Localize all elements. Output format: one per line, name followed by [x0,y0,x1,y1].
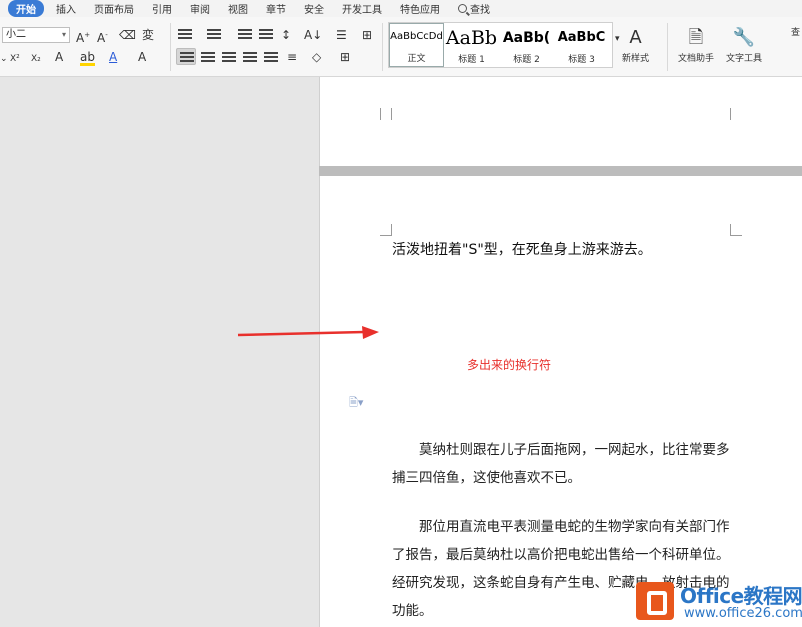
decrease-indent-icon[interactable] [238,29,252,41]
justify-icon[interactable] [243,52,257,64]
style-heading-1[interactable]: AaBb 标题 1 [444,23,499,67]
styles-gallery: AaBbCcDd 正文 AaBb 标题 1 AaBb( 标题 2 AaBbC 标… [388,22,613,68]
style-heading-2[interactable]: AaBb( 标题 2 [499,23,554,67]
wrench-icon: 🔧 [732,27,756,48]
text-tools-label: 文字工具 [726,54,763,64]
annotation-label: 多出来的换行符 [467,358,552,372]
table-icon[interactable]: ⊞ [362,27,372,43]
superscript-x-icon[interactable]: X² [10,51,20,67]
page-corner-mark [730,108,742,120]
align-right-icon[interactable] [222,52,236,64]
style-name: 标题 2 [513,55,540,65]
document-text-line[interactable]: 活泼地扭着"S"型，在死鱼身上游来游去。 [392,239,652,259]
distribute-icon[interactable] [264,52,278,64]
font-size-value: 小二 [6,29,26,40]
char-shading-icon[interactable]: A [138,49,146,65]
menu-bar: 开始 插入 页面布局 引用 审阅 视图 章节 安全 开发工具 特色应用 查找 [0,0,802,17]
previous-page [319,77,802,166]
ribbon-toolbar: 小二 ▾ A+ A- ⌫ 変 ⌄ X² X₂ A ab A A ↕ A↓ ☰ ⊞… [0,17,802,77]
divider [170,23,171,71]
divider [382,23,383,71]
arrow-head [362,326,379,339]
style-normal[interactable]: AaBbCcDd 正文 [389,23,444,67]
style-name: 标题 3 [568,55,595,65]
tab-references[interactable]: 引用 [152,1,172,16]
style-sample: AaBb( [502,30,551,46]
superscript-icon[interactable]: ⌄ [0,51,8,67]
tab-view[interactable]: 视图 [228,1,248,16]
line-spacing-icon[interactable]: ☰ [336,27,347,43]
watermark-url: www.office26.com [684,606,802,621]
bullet-list-icon[interactable] [178,29,192,41]
office-logo-icon [636,582,674,620]
align-left-icon [180,52,194,64]
font-size-select[interactable]: 小二 ▾ [2,27,70,43]
find-button[interactable]: 查 [791,25,800,38]
sort-icon[interactable]: A↓ [304,27,322,43]
new-style-label: 新样式 [622,54,650,64]
doc-helper-button[interactable]: 🗎 文档助手 [678,25,714,64]
search-label: 查找 [470,5,490,16]
align-center-icon[interactable] [201,52,215,64]
tab-page-layout[interactable]: 页面布局 [94,1,134,16]
clear-format-icon[interactable]: ⌫ [119,27,136,43]
font-color-icon[interactable]: A [109,49,117,65]
grow-font-icon[interactable]: A+ [76,27,90,46]
phonetic-guide-icon[interactable]: 変 [142,27,154,43]
chevron-down-icon: ▾ [61,30,66,39]
numbered-list-icon[interactable] [207,29,221,41]
shading-icon[interactable]: ◇ [312,49,321,65]
doc-helper-icon: 🗎 [688,27,704,48]
document-paragraph[interactable]: 莫纳杜则跟在儿子后面拖网，一网起水，比往常要多捕三四倍鱼，这使他喜欢不已。 [392,436,738,492]
text-effect-icon[interactable]: A [55,49,63,65]
watermark: Office教程网 www.office26.com [636,574,802,627]
tab-special-apps[interactable]: 特色应用 [400,1,440,16]
subscript-icon[interactable]: X₂ [31,51,41,67]
tab-developer[interactable]: 开发工具 [342,1,382,16]
styles-more-icon[interactable]: ▾ [615,31,620,47]
paragraph-layout-icon[interactable]: 🗎▾ [349,394,363,413]
page-corner-mark [380,224,392,236]
tab-review[interactable]: 审阅 [190,1,210,16]
style-name: 标题 1 [458,55,485,65]
tab-start[interactable]: 开始 [8,0,44,17]
text-direction-icon[interactable]: ↕ [281,27,291,43]
new-style-button[interactable]: A 新样式 [622,25,649,64]
borders-icon[interactable]: ⊞ [340,49,350,65]
page-corner-mark [380,108,392,120]
style-heading-3[interactable]: AaBbC 标题 3 [554,23,609,67]
paragraph-text: 莫纳杜则跟在儿子后面拖网，一网起水，比往常要多捕三四倍鱼，这使他喜欢不已。 [392,442,730,486]
paragraph-spacing-icon[interactable]: ≡ [287,49,297,65]
style-sample: AaBbC [557,30,606,45]
tab-chapter[interactable]: 章节 [266,1,286,16]
style-name: 正文 [407,54,426,64]
search-icon [458,4,467,13]
highlight-icon[interactable]: ab [80,49,95,66]
tab-security[interactable]: 安全 [304,1,324,16]
shrink-font-icon[interactable]: A- [97,27,108,46]
page-corner-mark [730,224,742,236]
increase-indent-icon[interactable] [259,29,273,41]
tab-insert[interactable]: 插入 [56,1,76,16]
divider [667,23,668,71]
find-label: 查 [791,28,801,38]
new-style-icon: A [629,27,642,48]
doc-helper-label: 文档助手 [678,54,715,64]
watermark-title: Office教程网 [680,584,802,608]
arrow-shaft [237,330,365,337]
page-break-gap [319,166,802,176]
arrow-icon [237,326,379,339]
text-tools-button[interactable]: 🔧 文字工具 [726,25,762,64]
style-sample: AaBbCcDd [390,31,443,42]
style-sample: AaBb [445,27,498,49]
search-button[interactable]: 查找 [458,1,490,16]
